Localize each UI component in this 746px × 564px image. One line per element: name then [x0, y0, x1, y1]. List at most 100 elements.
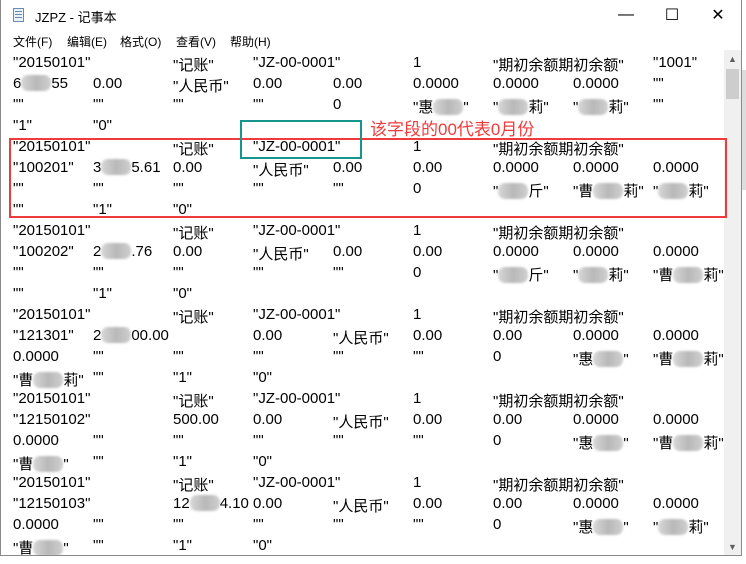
text-field: 0.0000	[493, 243, 539, 260]
text-fragment: "惠	[573, 435, 594, 452]
text-fragment: 莉"	[703, 435, 724, 452]
text-field: 0.00	[333, 243, 363, 260]
text-fragment: "曹	[653, 267, 674, 284]
minimize-button[interactable]: —	[603, 0, 649, 30]
text-field: 0.00	[253, 327, 283, 344]
text-field: "人民币"	[333, 330, 389, 347]
text-fragment: 00.00	[131, 327, 169, 344]
text-field: 0.00	[413, 495, 443, 512]
menu-edit[interactable]: 编辑(E)	[67, 33, 107, 50]
text-fragment: 莉"	[608, 267, 629, 284]
text-field: "20150101"	[13, 306, 91, 323]
text-field: "期初余额期初余额"	[493, 57, 624, 74]
text-field: 0.0000	[573, 411, 619, 428]
text-field: 2.76	[93, 243, 152, 260]
text-fragment: "曹	[13, 540, 34, 555]
redaction-blur	[33, 372, 64, 388]
text-field: ""	[253, 348, 264, 365]
text-field: "121301"	[13, 327, 74, 344]
text-fragment: "	[623, 435, 629, 452]
text-field: ""	[253, 516, 264, 533]
text-field: ""	[93, 96, 104, 113]
text-field: ""	[93, 369, 104, 386]
redaction-blur	[593, 519, 624, 535]
menu-format[interactable]: 格式(O)	[120, 33, 161, 50]
text-fragment: "	[63, 540, 69, 555]
text-line: 0.0000 "" "" "" "" "" 0 "惠 " " 莉"	[9, 514, 727, 536]
text-field: 500.00	[173, 411, 219, 428]
scroll-down-arrow-icon[interactable]: ▼	[724, 538, 741, 555]
text-line: "曹 " "" "1" "0"	[9, 535, 727, 555]
text-fragment: "惠	[573, 519, 594, 536]
text-field: 1	[413, 474, 422, 491]
text-field: ""	[93, 432, 104, 449]
text-field: "20150101"	[13, 474, 91, 491]
text-field: "曹 莉"	[13, 369, 84, 390]
redaction-blur	[33, 456, 64, 472]
text-field: "20150101"	[13, 390, 91, 407]
text-field: 0.00	[413, 243, 443, 260]
text-fragment: "曹	[13, 456, 34, 473]
text-field: "1"	[93, 285, 112, 302]
redaction-blur	[33, 540, 64, 555]
text-field: 0	[333, 96, 342, 113]
text-field: "人民币"	[333, 498, 389, 515]
text-field: ""	[93, 348, 104, 365]
text-field: 0.0000	[13, 516, 59, 533]
menu-view[interactable]: 查看(V)	[176, 33, 216, 50]
redaction-blur	[101, 327, 132, 343]
redaction-blur	[593, 435, 624, 451]
text-field: "记账"	[173, 477, 214, 494]
text-field: ""	[333, 348, 344, 365]
text-fragment: 莉"	[703, 267, 724, 284]
background-window-edge	[742, 70, 746, 190]
highlight-field-box	[240, 120, 362, 159]
text-fragment: 12	[173, 495, 190, 512]
text-fragment: 斤"	[528, 267, 549, 284]
text-fragment: "	[623, 519, 629, 536]
text-line: "12150103" 12 4.10 0.00 "人民币" 0.00 0.00 0.0000 0…	[9, 493, 727, 515]
text-fragment: 莉"	[528, 99, 549, 116]
close-button[interactable]: ✕	[695, 0, 741, 30]
text-field: 1	[413, 54, 422, 71]
text-field: "JZ-00-0001"	[253, 474, 341, 491]
text-field: 6 55	[13, 75, 68, 92]
scroll-up-arrow-icon[interactable]: ▲	[724, 50, 741, 67]
text-field: "0"	[93, 117, 112, 134]
text-field: ""	[333, 264, 344, 281]
window-title: JZPZ - 记事本	[35, 10, 117, 25]
maximize-button[interactable]: ☐	[649, 0, 695, 30]
vertical-scrollbar[interactable]: ▲ ▼	[724, 50, 741, 555]
scrollbar-thumb[interactable]	[726, 69, 739, 99]
text-field: ""	[253, 264, 264, 281]
text-editor[interactable]: "20150101" "记账" "JZ-00-0001" 1 "期初余额期初余额" "10…	[9, 50, 727, 555]
text-field: "曹 莉"	[653, 432, 724, 453]
redaction-blur	[673, 267, 704, 283]
text-field: "曹 "	[13, 453, 69, 474]
text-line: "曹 莉" "" "1" "0"	[9, 367, 727, 390]
text-line: "20150101" "记账" "JZ-00-0001" 1 "期初余额期初余额"	[9, 388, 727, 410]
menu-help[interactable]: 帮助(H)	[230, 33, 271, 50]
text-field: ""	[173, 432, 184, 449]
text-field: 12 4.10	[173, 495, 249, 512]
text-line: "" "" "" "" 0 "惠 " " 莉" " 莉" ""	[9, 94, 727, 117]
text-field: "惠 "	[573, 348, 629, 369]
text-field: ""	[13, 285, 24, 302]
text-field: "20150101"	[13, 54, 91, 71]
text-field: ""	[333, 432, 344, 449]
text-line: "20150101" "记账" "JZ-00-0001" 1 "期初余额期初余额"	[9, 220, 727, 242]
text-field: 0	[493, 516, 502, 533]
text-field: "JZ-00-0001"	[253, 54, 341, 71]
text-fragment: "惠	[573, 351, 594, 368]
text-fragment: .76	[131, 243, 153, 260]
text-fragment: 55	[51, 75, 69, 92]
text-field: ""	[253, 96, 264, 113]
text-field: 0.00	[253, 411, 283, 428]
notepad-app-icon	[13, 8, 24, 22]
text-field: "人民币"	[173, 78, 229, 95]
text-field: ""	[173, 348, 184, 365]
text-line: "" "1" "0"	[9, 283, 727, 304]
text-field: "惠 "	[413, 96, 469, 117]
text-field: "记账"	[173, 57, 214, 74]
menu-file[interactable]: 文件(F)	[13, 33, 52, 50]
